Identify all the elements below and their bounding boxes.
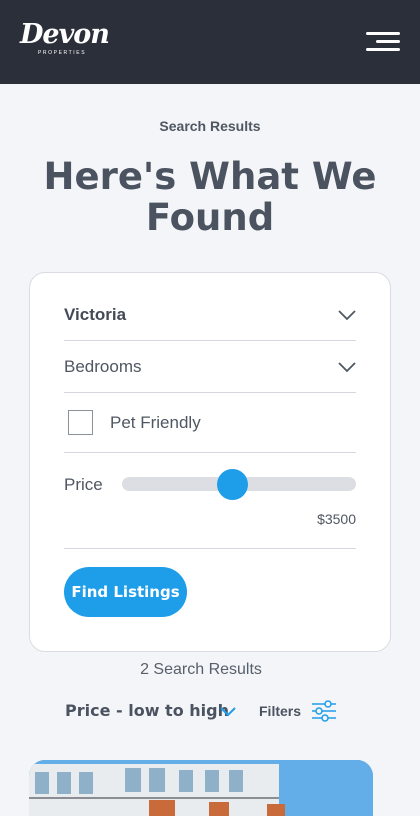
bedrooms-dropdown[interactable]: Bedrooms [64, 341, 356, 393]
search-form-card: Victoria Bedrooms Pet Friendly Price $35… [29, 272, 391, 652]
logo-subtext: PROPERTIES [38, 50, 87, 56]
pet-friendly-label[interactable]: Pet Friendly [110, 413, 201, 433]
pet-friendly-checkbox[interactable] [68, 410, 93, 435]
hamburger-menu-icon[interactable] [362, 28, 402, 56]
menu-bar [366, 48, 400, 51]
pet-friendly-option: Pet Friendly [64, 393, 356, 453]
location-dropdown[interactable]: Victoria [64, 273, 356, 341]
chevron-down-icon [220, 707, 236, 717]
chevron-down-icon [338, 310, 356, 321]
price-slider-handle[interactable] [216, 469, 248, 500]
menu-bar [366, 32, 400, 35]
price-slider-track[interactable] [122, 469, 356, 500]
devon-logo[interactable]: Devon PROPERTIES [20, 19, 110, 64]
find-listings-button[interactable]: Find Listings [64, 567, 187, 617]
results-count: 2 Search Results [140, 661, 262, 678]
price-label: Price [64, 475, 103, 494]
location-dropdown-value: Victoria [64, 305, 127, 324]
bedrooms-dropdown-placeholder: Bedrooms [64, 357, 142, 376]
chevron-down-icon [338, 362, 356, 373]
logo-wordmark: Devon [20, 19, 110, 50]
building-illustration [29, 760, 373, 816]
sort-dropdown-label: Price - low to high [65, 701, 229, 720]
sort-dropdown[interactable]: Price - low to high [65, 701, 236, 723]
sliders-icon [312, 700, 336, 722]
page-title-line-2: Found [145, 196, 275, 239]
price-filter: Price $3500 [64, 453, 356, 549]
price-value: $3500 [317, 511, 356, 527]
menu-bar [376, 40, 400, 43]
page-subtitle: Search Results [159, 118, 261, 134]
page-title-line-1: Here's What We [43, 155, 377, 198]
listing-photo[interactable] [29, 760, 373, 816]
top-header: Devon PROPERTIES [0, 0, 420, 84]
page-title: Here's What We Found [0, 156, 420, 238]
filters-label: Filters [259, 703, 302, 719]
